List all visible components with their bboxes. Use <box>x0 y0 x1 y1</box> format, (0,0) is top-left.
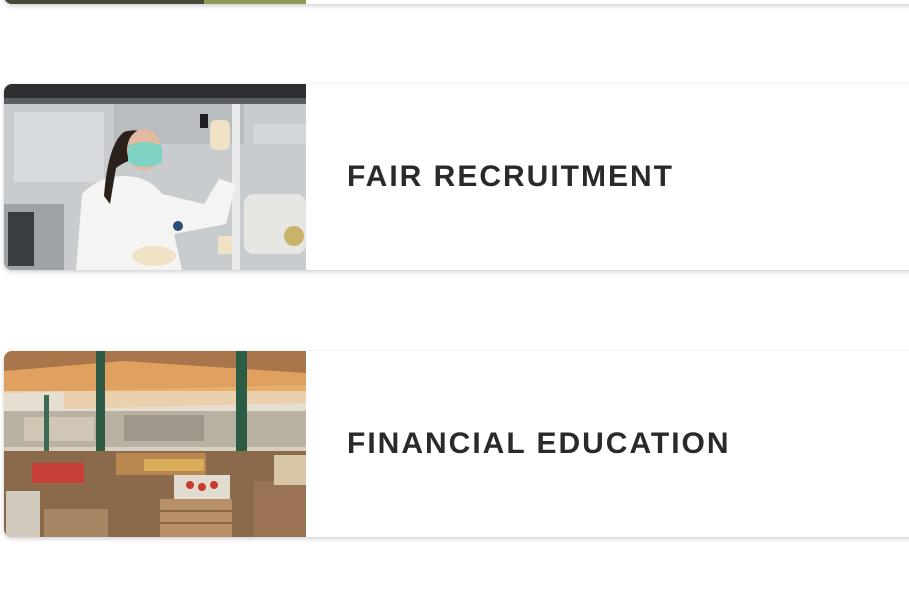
market-stalls-photo <box>4 351 306 537</box>
program-card-fair-recruitment[interactable]: FAIR RECRUITMENT <box>4 84 909 270</box>
card-title: FAIR RECRUITMENT <box>347 160 674 193</box>
program-card-financial-education[interactable]: FINANCIAL EDUCATION <box>4 351 909 537</box>
lab-worker-photo <box>4 84 306 270</box>
program-card-partial[interactable] <box>4 0 909 4</box>
card-title: FINANCIAL EDUCATION <box>347 427 731 460</box>
partial-photo <box>4 0 306 4</box>
